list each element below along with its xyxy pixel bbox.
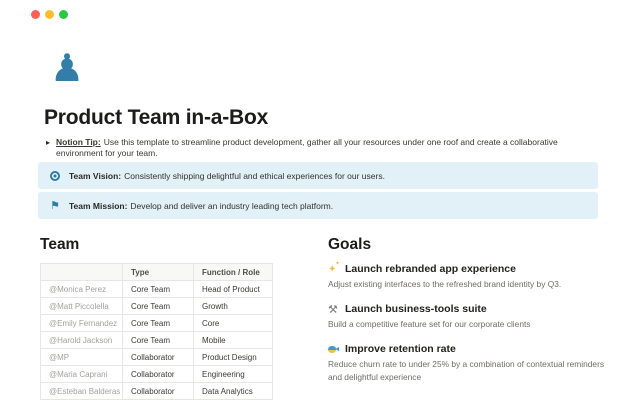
hammer-and-wrench-emoji: ⚒ <box>328 302 338 316</box>
goal-description: Build a competitive feature set for our … <box>328 319 531 330</box>
notion-tip-text: Notion Tip: Use this template to streamli… <box>56 137 606 159</box>
goal-title: Launch business-tools suite <box>345 303 487 316</box>
goal-link[interactable]: Improve retention rate <box>328 343 620 355</box>
goals-heading: Goals <box>328 236 372 253</box>
notion-tip-row: ▸ Notion Tip: Use this template to stream… <box>46 137 606 159</box>
member-mention[interactable]: @Maria Caprani <box>40 365 123 383</box>
table-header-type: Type <box>122 263 194 281</box>
flag-icon: ⚑ <box>50 199 60 212</box>
team-heading: Team <box>40 236 80 253</box>
minimize-window-button[interactable] <box>45 10 54 19</box>
team-vision-callout: Team Vision: Consistently shipping deligh… <box>38 162 598 189</box>
type-cell[interactable]: Core Team <box>122 314 194 332</box>
team-section: Team Type Function / Role @Monica Perez … <box>40 236 273 400</box>
team-table: Type Function / Role @Monica Perez Core … <box>40 263 273 400</box>
sparkles-emoji: ✦ ✦ <box>328 259 340 275</box>
member-mention[interactable]: @Harold Jackson <box>40 331 123 349</box>
team-vision-text: Team Vision: Consistently shipping deligh… <box>69 171 385 181</box>
role-cell[interactable]: Head of Product <box>193 280 273 298</box>
table-row: @Maria Caprani Collaborator Engineering <box>40 365 273 383</box>
member-mention[interactable]: @Esteban Balderas <box>40 382 123 400</box>
zoom-window-button[interactable] <box>59 10 68 19</box>
team-mission-body: Develop and deliver an industry leading … <box>130 200 334 211</box>
team-mission-callout: ⚑ Team Mission: Develop and deliver an in… <box>38 192 598 219</box>
window-controls <box>31 10 68 19</box>
goal-item: ⚒ Launch business-tools suite Build a co… <box>328 303 620 330</box>
table-row: @Emily Fernandez Core Team Core <box>40 314 273 332</box>
role-cell[interactable]: Mobile <box>193 331 273 349</box>
table-row: @MP Collaborator Product Design <box>40 348 273 366</box>
type-cell[interactable]: Core Team <box>122 297 194 315</box>
goal-link[interactable]: ✦ ✦ Launch rebranded app experience <box>328 259 620 275</box>
page-title: Product Team in-a-Box <box>44 106 269 129</box>
target-icon <box>50 170 60 181</box>
table-row: @Esteban Balderas Collaborator Data Anal… <box>40 382 273 400</box>
table-row: @Monica Perez Core Team Head of Product <box>40 280 273 298</box>
role-cell[interactable]: Engineering <box>193 365 273 383</box>
table-row: @Harold Jackson Core Team Mobile <box>40 331 273 349</box>
type-cell[interactable]: Core Team <box>122 280 194 298</box>
table-row: @Matt Piccolella Core Team Growth <box>40 297 273 315</box>
goal-description: Reduce churn rate to under 25% by a comb… <box>328 359 605 382</box>
goal-title: Improve retention rate <box>345 343 456 356</box>
table-header-empty <box>40 263 123 281</box>
goal-link[interactable]: ⚒ Launch business-tools suite <box>328 303 620 315</box>
team-mission-label: Team Mission: <box>69 200 128 211</box>
close-window-button[interactable] <box>31 10 40 19</box>
notion-tip-body: Use this template to streamline product … <box>56 137 558 158</box>
goal-item: ✦ ✦ Launch rebranded app experience Adju… <box>328 259 620 290</box>
table-header-role: Function / Role <box>193 263 273 281</box>
notion-tip-label: Notion Tip: <box>56 137 101 147</box>
tropical-fish-emoji <box>328 344 340 355</box>
member-mention[interactable]: @Matt Piccolella <box>40 297 123 315</box>
toggle-triangle-icon[interactable]: ▸ <box>46 137 50 148</box>
role-cell[interactable]: Growth <box>193 297 273 315</box>
type-cell[interactable]: Collaborator <box>122 348 194 366</box>
member-mention[interactable]: @Emily Fernandez <box>40 314 123 332</box>
role-cell[interactable]: Product Design <box>193 348 273 366</box>
role-cell[interactable]: Data Analytics <box>193 382 273 400</box>
member-mention[interactable]: @MP <box>40 348 123 366</box>
team-vision-label: Team Vision: <box>69 170 122 181</box>
type-cell[interactable]: Collaborator <box>122 365 194 383</box>
team-mission-text: Team Mission: Develop and deliver an indu… <box>69 201 333 211</box>
content-columns: Team Type Function / Role @Monica Perez … <box>40 236 620 400</box>
goal-title: Launch rebranded app experience <box>345 263 516 275</box>
team-vision-body: Consistently shipping delightful and eth… <box>124 170 385 181</box>
goal-item: Improve retention rate Reduce churn rate… <box>328 343 620 382</box>
goal-description: Adjust existing interfaces to the refres… <box>328 279 562 289</box>
pawn-page-icon[interactable]: ♟ <box>50 48 84 88</box>
table-header-row: Type Function / Role <box>40 263 273 281</box>
type-cell[interactable]: Collaborator <box>122 382 194 400</box>
type-cell[interactable]: Core Team <box>122 331 194 349</box>
role-cell[interactable]: Core <box>193 314 273 332</box>
member-mention[interactable]: @Monica Perez <box>40 280 123 298</box>
goals-section: Goals ✦ ✦ Launch rebranded app experienc… <box>328 236 620 400</box>
